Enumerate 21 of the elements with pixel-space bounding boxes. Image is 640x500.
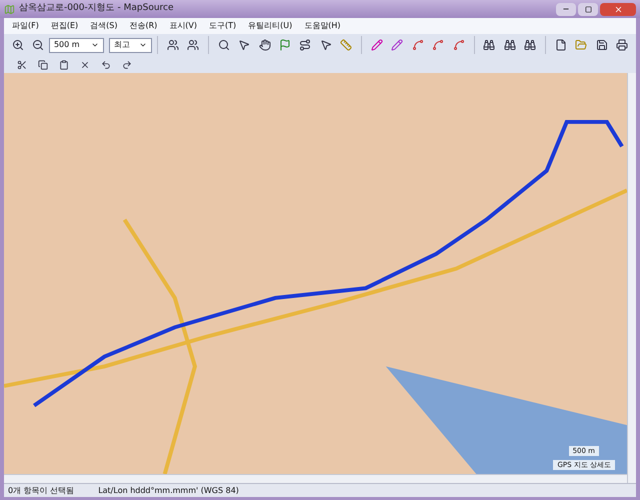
vertical-scrollbar[interactable] [627,73,636,483]
menu-item[interactable]: 검색(S) [90,20,118,32]
close-icon [614,4,622,14]
menu-item[interactable]: 편집(E) [50,20,78,32]
selection-status: 0개 항목이 선택됨 [8,484,74,496]
app-icon [4,4,15,14]
horizontal-scrollbar[interactable] [4,474,627,483]
maximize-icon [584,6,592,12]
menu-item[interactable]: 도움말(H) [304,20,341,32]
detail-dropdown[interactable]: 최고 [108,38,152,52]
menu-item[interactable]: 표시(V) [169,20,197,32]
menu-item[interactable]: 도구(T) [209,20,236,32]
window-title: 삼옥삼교로-000-지형도 - MapSource [19,2,174,16]
coordinate-format-status: Lat/Lon hddd°mm.mmm' (WGS 84) [98,484,239,496]
chevron-down-icon [138,41,147,49]
menu-item[interactable]: 유틸리티(U) [248,20,292,32]
zoom-scale-dropdown[interactable]: 500 m [48,38,104,52]
menu-item[interactable]: 전송(R) [129,20,158,32]
menu-item[interactable]: 파일(F) [12,20,39,32]
maximize-button[interactable] [578,2,598,16]
chevron-down-icon [90,41,99,49]
